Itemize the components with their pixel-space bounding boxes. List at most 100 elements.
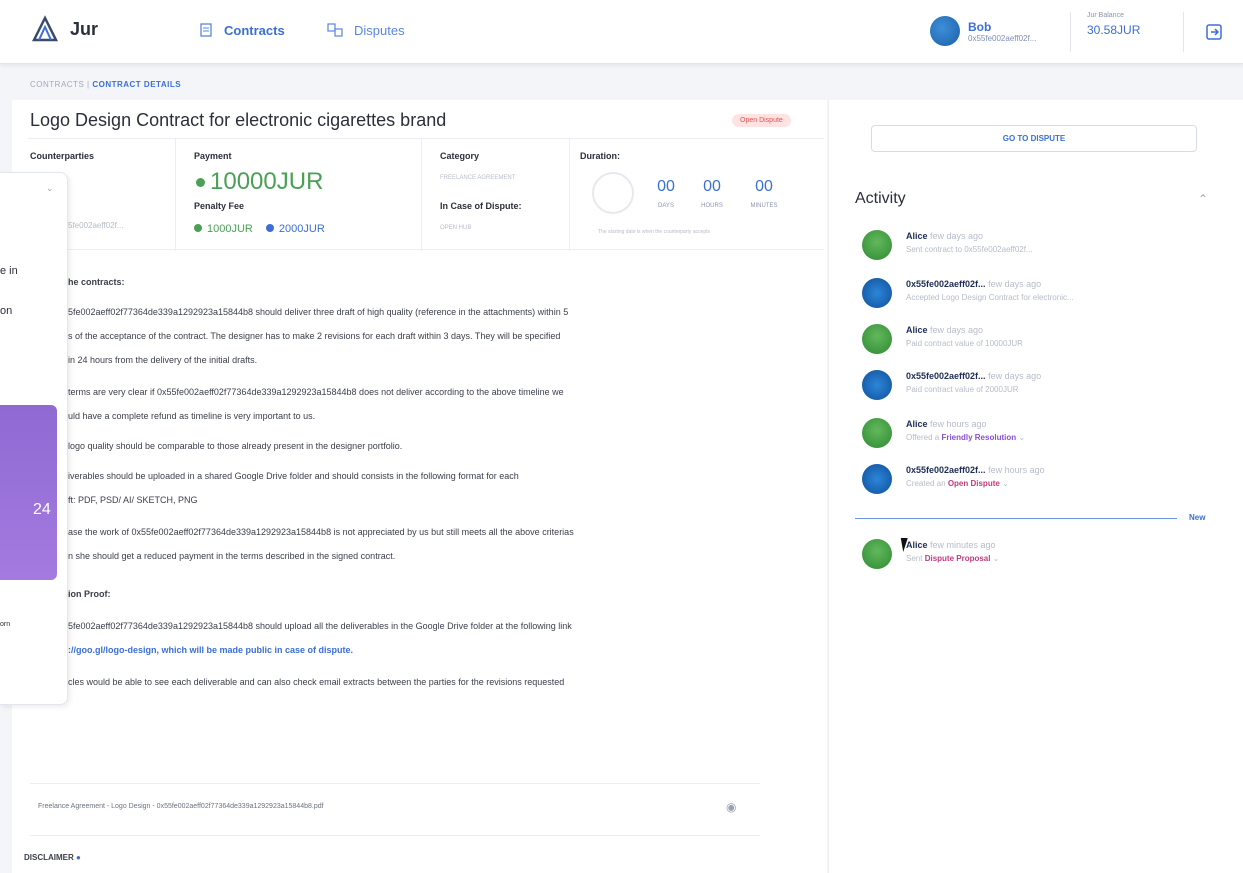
chevron-up-icon[interactable]: ⌃ — [1198, 192, 1208, 206]
activity-desc: Offered a Friendly Resolution ⌄ — [906, 433, 1025, 442]
payment-value: 10000JUR — [196, 168, 323, 196]
payment-dot — [196, 178, 205, 188]
breadcrumb-contracts[interactable]: CONTRACTS — [30, 80, 84, 89]
contracts-icon — [200, 23, 212, 37]
logo[interactable]: Jur — [30, 14, 98, 44]
activity-time: few minutes ago — [930, 540, 996, 550]
friendly-resolution-link[interactable]: Friendly Resolution — [941, 433, 1016, 442]
body-line: iverables should be uploaded in a shared… — [68, 471, 519, 481]
activity-desc: Sent contract to 0x55fe002aeff02f... — [906, 245, 1033, 254]
info-icon: ● — [76, 853, 81, 862]
timer-hours-label: HOURS — [701, 203, 723, 209]
chevron-down-icon[interactable]: ⌄ — [46, 183, 54, 194]
body-line: 5fe002aeff02f77364de339a1292923a15844b8 … — [68, 621, 572, 631]
timer-minutes-label: MINUTES — [750, 203, 778, 209]
activity-time: few hours ago — [930, 419, 987, 429]
penalty-values: 1000JUR 2000JUR — [194, 223, 325, 235]
dispute-value: OPEN HUB — [440, 225, 472, 231]
user-profile[interactable]: Bob 0x55fe002aeff02f... — [930, 16, 1036, 46]
nav-disputes-label: Disputes — [354, 22, 405, 38]
avatar — [862, 230, 892, 260]
attachment-file[interactable]: Freelance Agreement - Logo Design - 0x55… — [38, 803, 324, 810]
body-line: uld have a complete refund as timeline i… — [68, 411, 316, 421]
activity-desc: Paid contract value of 10000JUR — [906, 339, 1023, 348]
chevron-down-icon[interactable]: ⌄ — [993, 554, 1000, 563]
category-value: FREELANCE AGREEMENT — [440, 175, 516, 181]
body-line: cles would be able to see each deliverab… — [68, 677, 565, 687]
nav-disputes[interactable]: Disputes — [326, 22, 405, 38]
duration-circle — [592, 172, 634, 214]
jur-logo-icon — [31, 15, 59, 42]
body-line: 5fe002aeff02f77364de339a1292923a15844b8 … — [68, 307, 569, 317]
balance-label: Jur Balance — [1087, 12, 1124, 19]
divider — [30, 835, 760, 836]
drive-link[interactable]: ://goo.gl/logo-design, which will be mad… — [68, 644, 353, 656]
timer-minutes: 00 — [755, 178, 773, 195]
activity-time: few days ago — [930, 325, 984, 335]
activity-desc: Accepted Logo Design Contract for electr… — [906, 293, 1074, 302]
eye-icon[interactable]: ◉ — [726, 800, 736, 814]
timer-days-label: DAYS — [658, 203, 674, 209]
activity-desc-pre: Offered a — [906, 433, 942, 442]
activity-name: 0x55fe002aeff02f... — [906, 465, 986, 475]
popup-text: on — [0, 305, 13, 317]
open-dispute-link[interactable]: Open Dispute — [948, 479, 1000, 488]
counterparties-label: Counterparties — [30, 151, 95, 161]
avatar — [862, 464, 892, 494]
activity-time: few hours ago — [988, 465, 1045, 475]
activity-panel — [828, 100, 1243, 873]
go-to-dispute-button[interactable]: GO TO DISPUTE — [871, 125, 1197, 152]
status-badge: Open Dispute — [732, 114, 791, 127]
payment-amount: 10000JUR — [210, 168, 324, 195]
logout-button[interactable] — [1183, 12, 1243, 52]
avatar — [862, 324, 892, 354]
timer-hours: 00 — [703, 178, 721, 195]
avatar — [862, 539, 892, 569]
logout-icon — [1205, 24, 1222, 40]
activity-time: few days ago — [930, 231, 984, 241]
activity-name: Alice — [906, 231, 928, 241]
avatar — [862, 370, 892, 400]
body-line: in 24 hours from the delivery of the ini… — [68, 355, 258, 365]
nav-contracts-label: Contracts — [224, 22, 285, 38]
avatar — [862, 418, 892, 448]
disclaimer[interactable]: DISCLAIMER ● — [24, 853, 81, 862]
penalty-label: Penalty Fee — [194, 201, 245, 211]
counterparty-address: 5fe002aeff02f... — [68, 221, 124, 230]
activity-name: Alice — [906, 419, 928, 429]
balance-value: 30.58JUR — [1087, 23, 1141, 37]
purple-card-number: 24 — [33, 501, 51, 518]
category-label: Category — [440, 151, 480, 161]
body-line: n she should get a reduced payment in th… — [68, 551, 396, 561]
activity-desc: Paid contract value of 2000JUR — [906, 385, 1019, 394]
chevron-down-icon[interactable]: ⌄ — [1018, 433, 1025, 442]
category-col: Category FREELANCE AGREEMENT In Case of … — [422, 139, 570, 251]
purple-card: 24 — [0, 405, 57, 580]
body-line: s of the acceptance of the contract. The… — [68, 331, 561, 341]
activity-desc: Created an Open Dispute ⌄ — [906, 479, 1009, 488]
penalty-a-dot — [194, 224, 202, 232]
balance: Jur Balance 30.58JUR — [1070, 12, 1140, 52]
new-divider — [855, 518, 1177, 519]
avatar — [862, 278, 892, 308]
duration-note: The starting date is when the counterpar… — [598, 229, 711, 235]
dispute-proposal-link[interactable]: Dispute Proposal — [925, 554, 991, 563]
breadcrumb-details: CONTRACT DETAILS — [92, 80, 182, 89]
chevron-down-icon[interactable]: ⌄ — [1002, 479, 1009, 488]
body-line: terms are very clear if 0x55fe002aeff02f… — [68, 387, 564, 397]
duration-label: Duration: — [580, 151, 620, 161]
contract-title: Logo Design Contract for electronic ciga… — [30, 110, 447, 130]
body-line: logo quality should be comparable to tho… — [68, 441, 403, 451]
popup-text: orn — [0, 621, 11, 628]
penalty-b-dot — [265, 224, 274, 232]
disputes-icon — [327, 23, 343, 37]
nav-contracts[interactable]: Contracts — [198, 22, 285, 38]
payment-label: Payment — [194, 151, 232, 161]
penalty-a: 1000JUR — [207, 223, 253, 235]
penalty-b: 2000JUR — [278, 223, 325, 235]
timer-days: 00 — [657, 178, 675, 195]
user-name: Bob — [968, 19, 992, 34]
body-line: he contracts: — [68, 277, 125, 287]
top-bar: Jur Contracts Disputes Bob 0x55fe002aeff… — [0, 0, 1243, 64]
activity-time: few days ago — [988, 371, 1042, 381]
